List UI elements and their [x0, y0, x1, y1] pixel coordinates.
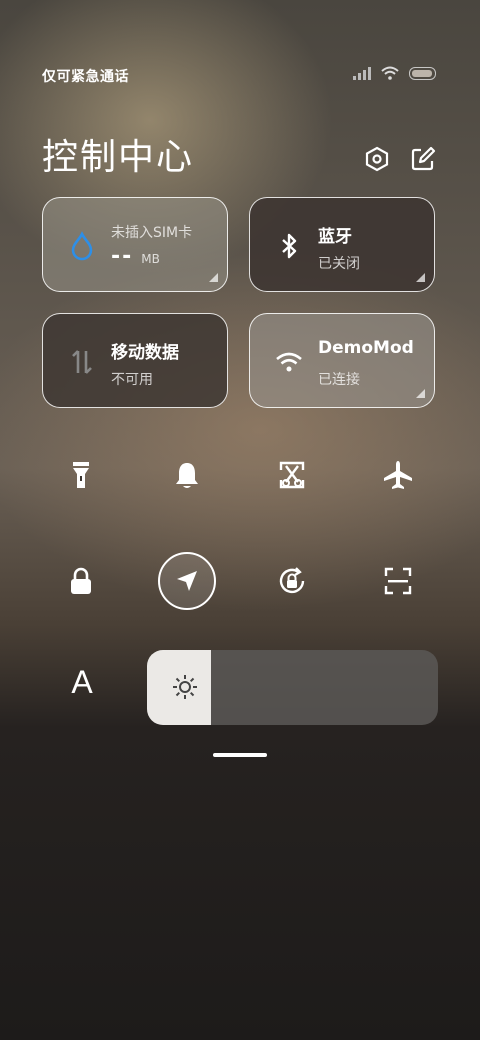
lock-icon[interactable]: [52, 552, 110, 610]
wifi-status: 已连接: [318, 372, 360, 388]
screenshot-scissors-icon[interactable]: [263, 446, 321, 504]
bluetooth-status: 已关闭: [318, 256, 360, 272]
sim-status-label: 未插入SIM卡: [111, 225, 193, 241]
expand-corner-icon: [416, 389, 425, 398]
status-carrier-text: 仅可紧急通话: [42, 69, 129, 85]
wifi-status-icon: [381, 66, 399, 80]
bluetooth-label: 蓝牙: [318, 227, 352, 247]
data-usage-value: --: [111, 244, 134, 269]
mobile-data-label: 移动数据: [111, 343, 179, 363]
signal-icon: [353, 66, 371, 80]
wifi-icon: [276, 352, 302, 372]
wifi-network-name: DemoMod: [318, 338, 414, 358]
location-icon[interactable]: [158, 552, 216, 610]
data-usage-unit: MB: [141, 252, 160, 266]
rotation-lock-icon[interactable]: [263, 552, 321, 610]
mobile-data-status: 不可用: [111, 372, 153, 388]
hexagon-settings-icon[interactable]: [364, 146, 390, 172]
scan-icon[interactable]: [369, 552, 427, 610]
close-handle[interactable]: [213, 753, 267, 757]
expand-corner-icon: [416, 273, 425, 282]
bluetooth-icon: [282, 233, 297, 259]
mobile-data-tile[interactable]: 移动数据 不可用: [42, 313, 228, 408]
bluetooth-tile[interactable]: 蓝牙 已关闭: [249, 197, 435, 292]
page-title: 控制中心: [42, 137, 195, 178]
data-usage-tile[interactable]: 未插入SIM卡 -- MB: [42, 197, 228, 292]
brightness-slider[interactable]: [147, 650, 438, 725]
airplane-icon[interactable]: [369, 446, 427, 504]
battery-icon: [409, 66, 436, 80]
flashlight-icon[interactable]: [52, 446, 110, 504]
bell-icon[interactable]: [158, 446, 216, 504]
edit-icon[interactable]: [410, 146, 436, 172]
wifi-tile[interactable]: DemoMod 已连接: [249, 313, 435, 408]
data-arrows-icon: [72, 350, 92, 374]
font-size-button[interactable]: A: [62, 664, 102, 708]
water-drop-icon: [71, 231, 93, 261]
sun-icon: [173, 675, 197, 699]
expand-corner-icon: [209, 273, 218, 282]
status-icons: [353, 66, 436, 80]
